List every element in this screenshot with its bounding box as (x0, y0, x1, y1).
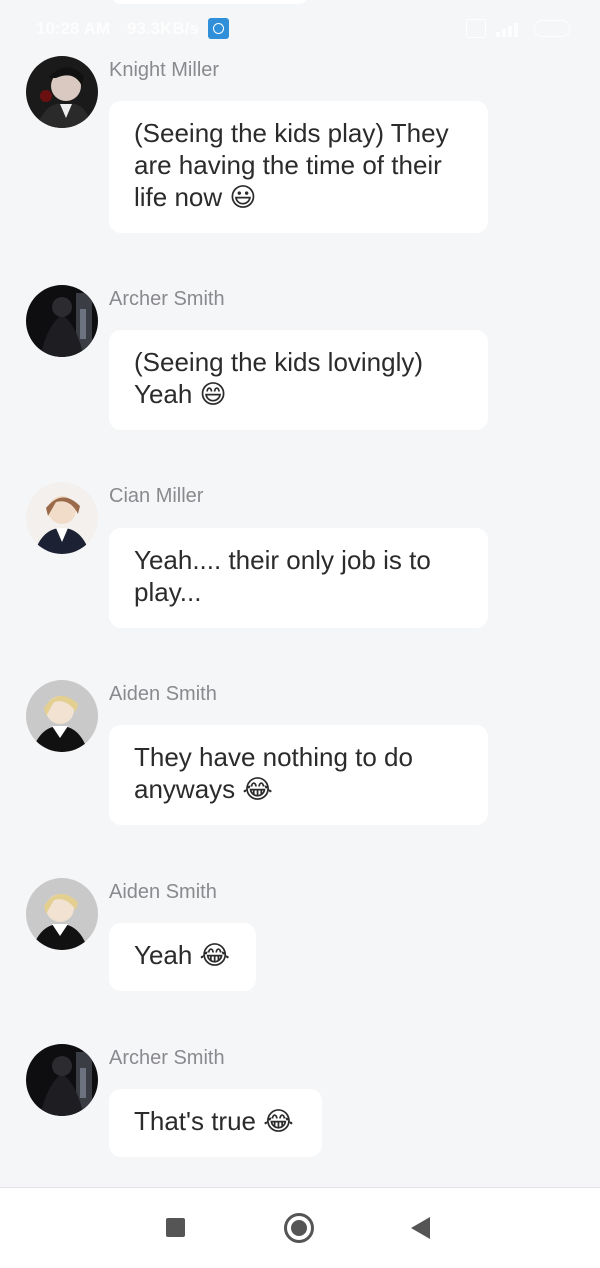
message-bubble[interactable]: Yeah.... their only job is to play... (109, 528, 488, 628)
message-bubble[interactable]: (Seeing the kids lovingly) Yeah 😄 (109, 330, 488, 430)
sender-name: Aiden Smith (109, 683, 217, 705)
status-time: 10:28 AM (36, 19, 111, 38)
sender-name: Aiden Smith (109, 881, 217, 903)
network-speed: 93.3KB/s (127, 19, 199, 38)
sender-name: Cian Miller (109, 485, 204, 507)
sim-icon (466, 19, 486, 38)
sender-name: Archer Smith (109, 288, 225, 310)
navigation-bar (0, 1187, 600, 1268)
sender-name: Knight Miller (109, 59, 220, 81)
status-icons (466, 19, 570, 38)
avatar[interactable] (26, 680, 98, 752)
sender-name: Archer Smith (109, 1047, 225, 1069)
avatar[interactable] (26, 1044, 98, 1116)
square-icon[interactable] (166, 1218, 185, 1237)
message-bubble[interactable]: Yeah 😂 (109, 923, 256, 991)
triangle-back-icon[interactable] (411, 1217, 430, 1239)
battery-icon (534, 20, 570, 37)
avatar[interactable] (26, 878, 98, 950)
avatar[interactable] (26, 285, 98, 357)
notification-app-icon (208, 18, 229, 39)
message-bubble[interactable]: (Seeing the kids play) They are having t… (109, 101, 488, 233)
avatar[interactable] (26, 56, 98, 128)
message-bubble[interactable]: They have nothing to do anyways 😂 (109, 725, 488, 825)
status-bar: 10:28 AM 93.3KB/s (0, 0, 600, 58)
signal-icon (496, 20, 524, 37)
avatar[interactable] (26, 482, 98, 554)
message-bubble[interactable]: That's true 😂 (109, 1089, 322, 1157)
circle-home-icon[interactable] (284, 1213, 314, 1243)
